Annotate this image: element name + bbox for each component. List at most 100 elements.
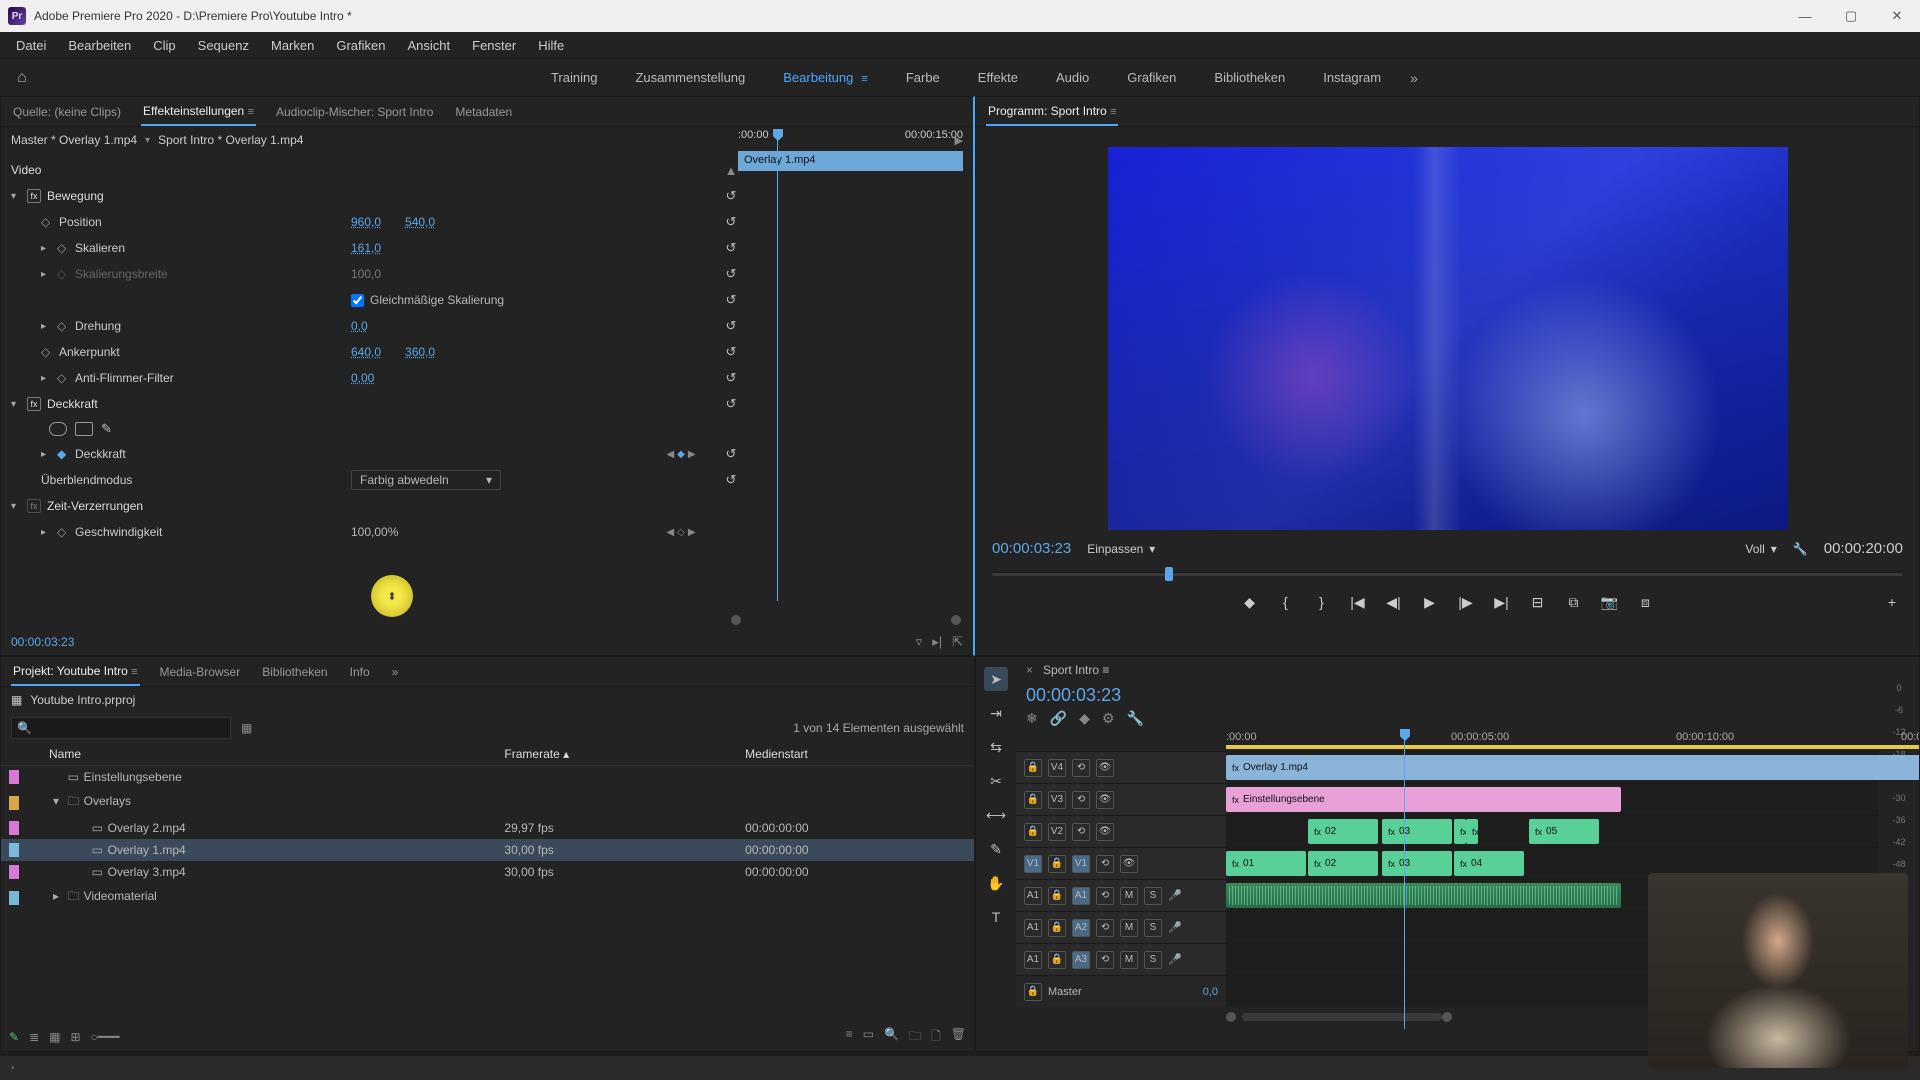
- toggle-output-icon[interactable]: 👁: [1096, 791, 1114, 809]
- find-icon[interactable]: 🔍: [884, 1027, 899, 1048]
- program-video[interactable]: [1108, 147, 1788, 530]
- reset-position-button[interactable]: ↺: [711, 214, 751, 230]
- track-target[interactable]: V3: [1048, 791, 1066, 809]
- trash-icon[interactable]: 🗑: [951, 1027, 966, 1048]
- anker-x[interactable]: 640,0: [351, 345, 381, 359]
- timeline-zoom-scrollbar[interactable]: [1242, 1013, 1442, 1021]
- effect-master-label[interactable]: Master * Overlay 1.mp4: [11, 133, 137, 147]
- tab-libraries[interactable]: Bibliotheken: [260, 659, 329, 685]
- kf-next-icon[interactable]: ▶: [688, 527, 696, 538]
- workspace-instagram[interactable]: Instagram: [1307, 64, 1397, 91]
- tab-project[interactable]: Projekt: Youtube Intro ≡: [11, 658, 140, 686]
- lock-icon[interactable]: 🔒: [1024, 791, 1042, 809]
- workspace-effekte[interactable]: Effekte: [962, 64, 1034, 91]
- list-view-icon[interactable]: ≣: [29, 1030, 39, 1044]
- timeline-clip[interactable]: fxEinstellungsebene: [1226, 787, 1621, 812]
- maximize-button[interactable]: ▢: [1828, 0, 1874, 32]
- reset-anker-button[interactable]: ↺: [711, 344, 751, 360]
- effect-playhead[interactable]: [777, 129, 778, 601]
- wrench-icon[interactable]: 🔧: [1793, 542, 1808, 556]
- position-x[interactable]: 960,0: [351, 215, 381, 229]
- new-item-icon[interactable]: ✎: [9, 1030, 19, 1044]
- lock-icon[interactable]: 🔒: [1024, 983, 1042, 1001]
- fit-dropdown[interactable]: Einpassen ▾: [1087, 542, 1155, 556]
- extract-icon[interactable]: ⧉: [1563, 591, 1585, 613]
- kf-prev-icon[interactable]: ◀: [666, 527, 674, 538]
- auto-seq-icon[interactable]: ▭: [863, 1027, 874, 1048]
- project-row[interactable]: ▸ 🗀 Videomaterial: [1, 883, 974, 912]
- reset-skalieren-button[interactable]: ↺: [711, 240, 751, 256]
- workspace-options-icon[interactable]: ≡: [861, 73, 867, 85]
- voice-icon[interactable]: 🎤: [1168, 889, 1182, 902]
- ripple-tool-icon[interactable]: ⇆: [984, 735, 1008, 759]
- lock-icon[interactable]: 🔒: [1048, 919, 1066, 937]
- mark-out-icon[interactable]: }: [1311, 591, 1333, 613]
- marker-tool-icon[interactable]: ◆: [1079, 710, 1090, 727]
- reset-flimmer-button[interactable]: ↺: [711, 370, 751, 386]
- lock-icon[interactable]: 🔒: [1048, 887, 1066, 905]
- tab-program[interactable]: Programm: Sport Intro ≡: [986, 98, 1118, 126]
- tab-metadata[interactable]: Metadaten: [453, 99, 514, 125]
- timeline-clip[interactable]: fx: [1454, 819, 1466, 844]
- skalieren-value[interactable]: 161,0: [351, 241, 381, 255]
- tab-effect-settings[interactable]: Effekteinstellungen ≡: [141, 98, 256, 126]
- selection-tool-icon[interactable]: ➤: [984, 667, 1008, 691]
- play-icon[interactable]: ▶: [1419, 591, 1441, 613]
- src-patch[interactable]: A1: [1024, 887, 1042, 905]
- export-icon[interactable]: ⇱: [952, 634, 963, 650]
- timeline-clip[interactable]: fx02: [1308, 851, 1378, 876]
- solo-button[interactable]: S: [1144, 951, 1162, 969]
- toggle-output-icon[interactable]: 👁: [1096, 823, 1114, 841]
- add-button-icon[interactable]: +: [1881, 591, 1903, 613]
- snap-icon[interactable]: ❄: [1026, 710, 1038, 727]
- program-scrubber[interactable]: [992, 567, 1903, 581]
- lock-icon[interactable]: 🔒: [1048, 951, 1066, 969]
- menu-grafiken[interactable]: Grafiken: [326, 35, 395, 56]
- project-row[interactable]: ▭ Overlay 3.mp4 30,00 fps00:00:00:00: [1, 861, 974, 883]
- project-search-input[interactable]: [11, 717, 231, 739]
- lock-icon[interactable]: 🔒: [1048, 855, 1066, 873]
- sync-lock-icon[interactable]: ⟲: [1096, 919, 1114, 937]
- effect-timeline-clip[interactable]: Overlay 1.mp4: [738, 151, 963, 171]
- voice-icon[interactable]: 🎤: [1168, 921, 1182, 934]
- voice-icon[interactable]: 🎤: [1168, 953, 1182, 966]
- type-tool-icon[interactable]: T: [984, 905, 1008, 929]
- track-target[interactable]: V2: [1048, 823, 1066, 841]
- position-y[interactable]: 540,0: [405, 215, 435, 229]
- step-icon[interactable]: ▸|: [932, 634, 942, 650]
- minimize-button[interactable]: —: [1782, 0, 1828, 32]
- col-medienstart[interactable]: Medienstart: [737, 743, 974, 766]
- home-icon[interactable]: ⌂: [10, 66, 34, 90]
- timeline-clip[interactable]: fx03: [1382, 819, 1452, 844]
- fx-zeit[interactable]: Zeit-Verzerrungen: [47, 499, 143, 513]
- toggle-output-icon[interactable]: 👁: [1120, 855, 1138, 873]
- tab-audio-mixer[interactable]: Audioclip-Mischer: Sport Intro: [274, 99, 435, 125]
- sync-lock-icon[interactable]: ⟲: [1096, 951, 1114, 969]
- tab-info[interactable]: Info: [348, 659, 372, 685]
- menu-marken[interactable]: Marken: [261, 35, 324, 56]
- icon-view-icon[interactable]: ▦: [49, 1030, 60, 1044]
- razor-tool-icon[interactable]: ✂: [984, 769, 1008, 793]
- timeline-clip[interactable]: fx01: [1226, 851, 1306, 876]
- mask-pen-icon[interactable]: ✎: [101, 421, 112, 437]
- col-name[interactable]: Name: [41, 743, 496, 766]
- sync-lock-icon[interactable]: ⟲: [1096, 887, 1114, 905]
- sync-lock-icon[interactable]: ⟲: [1072, 791, 1090, 809]
- compare-icon[interactable]: ⧈: [1635, 591, 1657, 613]
- flimmer-value[interactable]: 0,00: [351, 371, 374, 385]
- step-back-icon[interactable]: ◀|: [1383, 591, 1405, 613]
- lock-icon[interactable]: 🔒: [1024, 759, 1042, 777]
- filter-icon[interactable]: ▿: [916, 634, 923, 650]
- settings-icon[interactable]: ⚙: [1102, 710, 1115, 727]
- sync-lock-icon[interactable]: ⟲: [1072, 759, 1090, 777]
- project-row[interactable]: ▾ 🗀 Overlays: [1, 788, 974, 817]
- project-row[interactable]: ▭ Overlay 2.mp4 29,97 fps00:00:00:00: [1, 817, 974, 839]
- workspace-zusammenstellung[interactable]: Zusammenstellung: [619, 64, 761, 91]
- filter-icon[interactable]: ▦: [241, 721, 252, 735]
- snapshot-icon[interactable]: 📷: [1599, 591, 1621, 613]
- step-fwd-icon[interactable]: |▶: [1455, 591, 1477, 613]
- kf-next-icon[interactable]: ▶: [688, 449, 696, 460]
- project-row[interactable]: ▭ Einstellungsebene: [1, 766, 974, 789]
- reset-blend-button[interactable]: ↺: [711, 472, 751, 488]
- reset-uniform-button[interactable]: ↺: [711, 292, 751, 308]
